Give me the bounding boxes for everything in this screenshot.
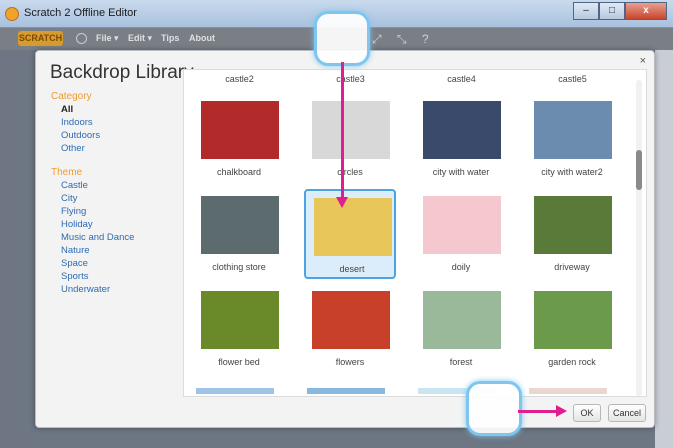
theme-nature[interactable]: Nature [51,244,181,257]
backdrop-label: city with water2 [541,167,603,177]
backdrop-tile[interactable]: driveway [526,189,618,279]
backdrop-thumbnail [534,101,612,159]
toolbar-icons[interactable]: ⤢ ⤡ ? [372,32,435,47]
tile-label: castle5 [558,74,587,84]
backdrop-tile[interactable]: flowers [304,284,396,374]
scratch-cat-icon [5,7,19,21]
backdrop-label: flower bed [218,357,260,367]
grid-scrollbar-track[interactable] [636,80,642,396]
backdrop-label: garden rock [548,357,596,367]
backdrop-tile[interactable]: clothing store [193,189,285,279]
theme-heading: Theme [51,167,83,178]
close-window-button[interactable]: x [625,2,667,20]
backdrop-label: driveway [554,262,590,272]
window-title: Scratch 2 Offline Editor [24,7,137,19]
theme-underwater[interactable]: Underwater [51,283,181,296]
background-workspace-left [0,50,35,448]
backdrop-thumbnail [423,291,501,349]
backdrop-label: flowers [335,357,365,367]
backdrop-thumbnail [534,196,612,254]
tutorial-arrow [341,62,344,200]
backdrop-label: city with water [432,167,490,177]
next-row-peek [307,388,385,394]
backdrop-thumbnail [201,291,279,349]
backdrop-thumbnail [201,196,279,254]
backdrop-label: forest [449,357,473,367]
backdrop-tile[interactable]: city with water2 [526,94,618,184]
tutorial-arrow-head [336,197,348,208]
theme-city[interactable]: City [51,192,181,205]
theme-sports[interactable]: Sports [51,270,181,283]
dialog-close-button[interactable]: × [640,55,646,67]
maximize-button[interactable]: □ [599,2,625,20]
tutorial-arrow-head [556,405,567,417]
backdrop-tile[interactable]: desert [304,189,396,279]
next-row-peek [196,388,274,394]
backdrop-label: clothing store [212,262,266,272]
backdrop-thumbnail [534,291,612,349]
tutorial-arrow [518,410,558,413]
tutorial-highlight-bubble [466,381,522,436]
backdrop-tile[interactable]: city with water [415,94,507,184]
theme-holiday[interactable]: Holiday [51,218,181,231]
theme-castle[interactable]: Castle [51,179,181,192]
tile-label: castle3 [336,74,365,84]
backdrop-tile[interactable]: chalkboard [193,94,285,184]
menu-file[interactable]: File ▾ [96,33,119,44]
cancel-button[interactable]: Cancel [608,404,646,422]
backdrop-label: doily [451,262,471,272]
backdrop-library-dialog: Backdrop Library × Category All Indoors … [35,50,655,428]
menu-about[interactable]: About [189,33,215,43]
category-outdoors[interactable]: Outdoors [51,129,181,142]
background-workspace-bottom [35,428,655,448]
backdrop-tile[interactable]: circles [304,94,396,184]
language-globe-icon[interactable] [76,33,87,44]
grid-scrollbar-thumb[interactable] [636,150,642,190]
dialog-title: Backdrop Library [50,62,194,83]
theme-space[interactable]: Space [51,257,181,270]
backdrop-label: desert [339,264,365,274]
next-row-peek [529,388,607,394]
backdrop-thumbnail [423,101,501,159]
tile-label: castle2 [225,74,254,84]
category-indoors[interactable]: Indoors [51,116,181,129]
tutorial-highlight-bubble [314,11,370,66]
category-other[interactable]: Other [51,142,181,155]
ok-button[interactable]: OK [573,404,601,422]
backdrop-thumbnail [312,101,390,159]
backdrop-grid: castle2 castle3 castle4 castle5 chalkboa… [183,69,647,397]
category-all[interactable]: All [51,103,181,116]
tile-label: castle4 [447,74,476,84]
menu-tips[interactable]: Tips [161,33,179,43]
backdrop-thumbnail [201,101,279,159]
library-sidebar: Category All Indoors Outdoors Other Them… [51,91,181,296]
backdrop-tile[interactable]: garden rock [526,284,618,374]
backdrop-tile[interactable]: flower bed [193,284,285,374]
backdrop-thumbnail [423,196,501,254]
menu-edit[interactable]: Edit ▾ [128,33,152,44]
theme-flying[interactable]: Flying [51,205,181,218]
window-controls: – □ x [573,2,667,20]
theme-music-and-dance[interactable]: Music and Dance [51,231,181,244]
scratch-logo: SCRATCH [18,31,63,46]
minimize-button[interactable]: – [573,2,599,20]
backdrop-thumbnail [312,291,390,349]
category-heading: Category [51,91,92,102]
backdrop-tile[interactable]: forest [415,284,507,374]
backdrop-label: circles [337,167,363,177]
backdrop-tile[interactable]: doily [415,189,507,279]
backdrop-label: chalkboard [216,167,262,177]
background-workspace-right [655,50,673,448]
backdrop-thumbnail [314,198,392,256]
